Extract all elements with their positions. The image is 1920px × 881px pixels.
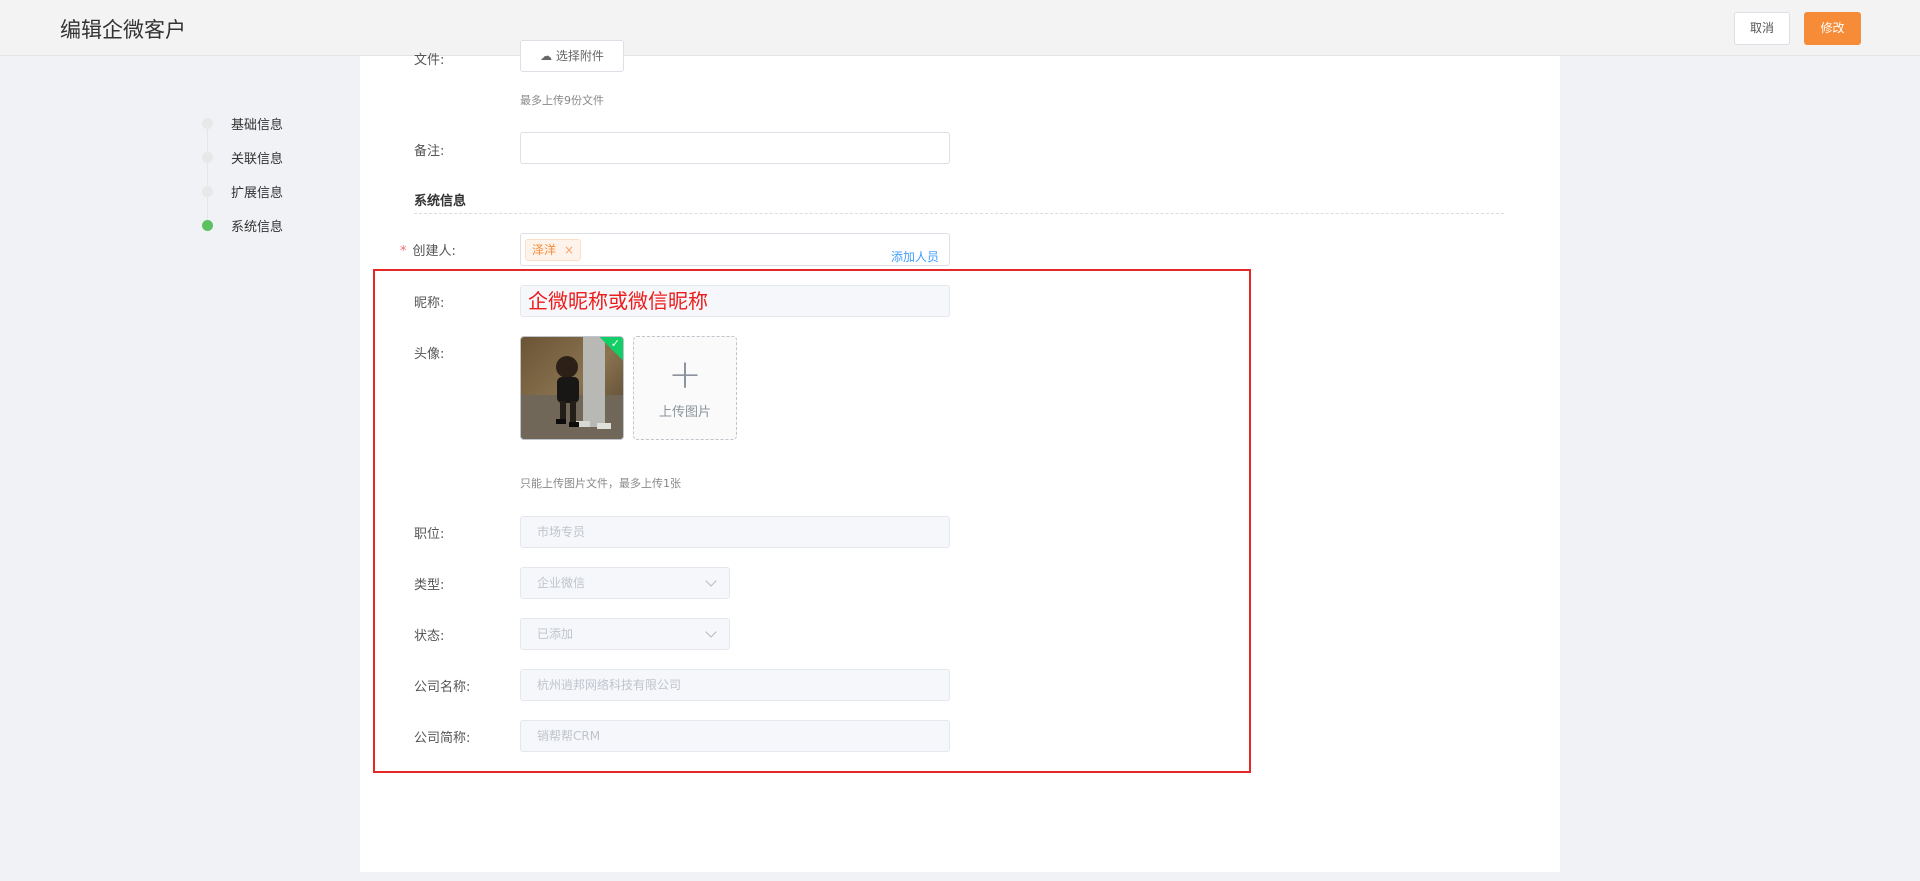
file-hint: 最多上传9份文件	[520, 94, 604, 107]
save-button[interactable]: 修改	[1804, 12, 1861, 45]
step-related-info[interactable]: 关联信息	[202, 147, 322, 167]
select-attachment-label: 选择附件	[555, 49, 604, 63]
required-mark: *	[400, 244, 407, 259]
step-system-info[interactable]: 系统信息	[202, 215, 322, 235]
steps-rail	[207, 122, 208, 224]
step-dot-icon	[202, 152, 213, 163]
tag-close-icon[interactable]: ×	[564, 243, 574, 257]
page-title: 编辑企微客户	[60, 18, 186, 42]
remark-label: 备注:	[414, 144, 445, 159]
remark-input[interactable]	[520, 132, 950, 164]
creator-label: * 创建人:	[400, 240, 456, 259]
form-card: 文件: ☁ 选择附件 最多上传9份文件 备注: 系统信息 * 创建人: 泽洋 × 添…	[360, 40, 1560, 872]
creator-label-text: 创建人:	[412, 244, 456, 259]
section-divider	[414, 213, 1504, 214]
add-member-link[interactable]: 添加人员	[891, 242, 939, 272]
step-label: 基础信息	[231, 118, 284, 133]
step-dot-icon	[202, 118, 213, 129]
highlight-box	[373, 269, 1251, 773]
cloud-upload-icon: ☁	[540, 49, 556, 63]
cancel-button[interactable]: 取消	[1734, 12, 1790, 45]
system-section-title: 系统信息	[414, 194, 467, 209]
creator-picker[interactable]: 泽洋 × 添加人员	[520, 233, 950, 266]
file-label: 文件:	[414, 53, 445, 68]
step-basic-info[interactable]: 基础信息	[202, 113, 322, 133]
step-label: 系统信息	[231, 220, 284, 235]
top-bar: 编辑企微客户 取消 修改	[0, 0, 1920, 56]
creator-tag-label: 泽洋	[532, 243, 557, 257]
step-dot-icon	[202, 186, 213, 197]
step-label: 扩展信息	[231, 186, 284, 201]
step-label: 关联信息	[231, 152, 284, 167]
creator-tag: 泽洋 ×	[525, 239, 582, 261]
select-attachment-button[interactable]: ☁ 选择附件	[520, 40, 624, 72]
step-extended-info[interactable]: 扩展信息	[202, 181, 322, 201]
step-dot-active-icon	[202, 220, 213, 231]
